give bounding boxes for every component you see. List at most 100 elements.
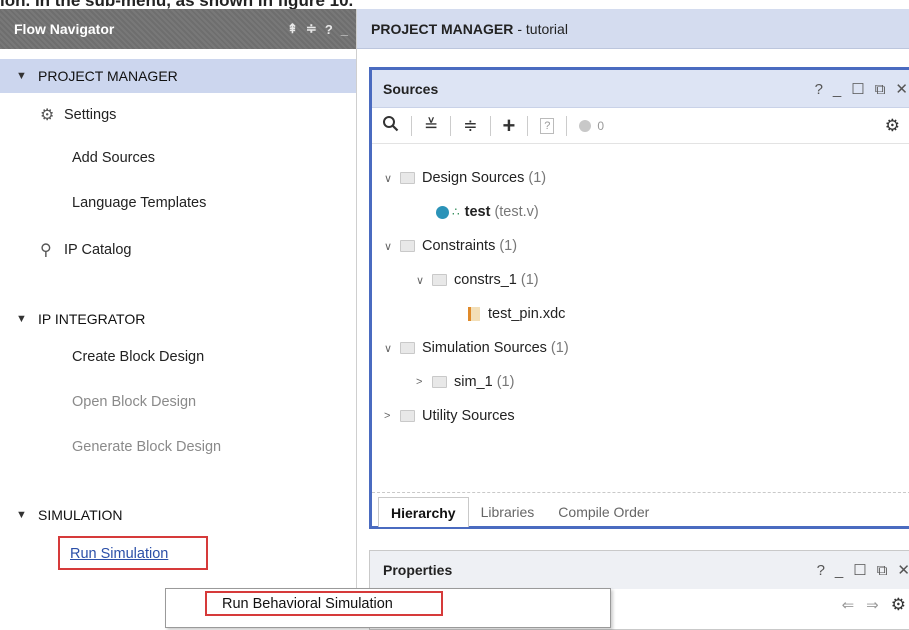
minimize-icon[interactable]: _ — [341, 22, 348, 37]
tree-count: (1) — [528, 170, 547, 186]
section-title: SIMULATION — [38, 507, 123, 523]
tree-item-test[interactable]: ∴ test (test.v) — [436, 204, 539, 220]
run-simulation-context-menu: Run Behavioral Simulation — [165, 588, 611, 628]
collapse-all-icon[interactable]: ⇞ — [287, 21, 298, 37]
sources-panel-header: Sources ? _ ☐ ⧉ ✕ — [372, 70, 909, 108]
gear-icon[interactable]: ⚙ — [891, 595, 906, 615]
properties-panel-header: Properties ? _ ☐ ⧉ ✕ — [370, 551, 909, 589]
tab-hierarchy[interactable]: Hierarchy — [378, 497, 469, 527]
chevron-down-icon: ∨ — [384, 342, 393, 355]
folder-icon — [400, 342, 415, 354]
nav-item-label: Settings — [64, 107, 117, 123]
nav-item-label: Add Sources — [72, 150, 156, 166]
nav-item-label: Generate Block Design — [72, 439, 222, 455]
tree-item-test-pin-xdc[interactable]: test_pin.xdc — [468, 306, 565, 322]
chevron-down-icon: ∨ — [384, 240, 393, 253]
forward-arrow-icon[interactable]: ⇒ — [866, 596, 879, 614]
close-icon[interactable]: ✕ — [897, 561, 909, 579]
tree-label: test_pin.xdc — [488, 306, 566, 322]
tree-item-constrs-1[interactable]: ∨ constrs_1 (1) — [416, 272, 539, 288]
nav-item-label: Create Block Design — [72, 349, 205, 365]
tree-item-utility-sources[interactable]: > Utility Sources — [384, 408, 515, 424]
top-module-icon — [436, 205, 449, 219]
expand-icon[interactable]: ≑ — [306, 21, 317, 37]
flow-navigator: Flow Navigator ⇞ ≑ ? _ ▼ PROJECT MANAGER… — [0, 9, 357, 619]
expand-all-icon[interactable]: ≑ — [463, 116, 477, 136]
tree-label: test — [464, 204, 491, 220]
question-icon[interactable]: ? — [540, 117, 555, 134]
help-icon[interactable]: ? — [325, 22, 333, 37]
help-icon[interactable]: ? — [815, 81, 823, 98]
nav-item-settings[interactable]: ⚙ Settings — [40, 105, 116, 125]
maximize-icon[interactable]: ☐ — [851, 80, 864, 98]
folder-icon — [432, 376, 447, 388]
tree-item-design-sources[interactable]: ∨ Design Sources (1) — [384, 170, 546, 186]
toolbar-separator — [566, 115, 568, 136]
highlight-run-simulation — [58, 536, 208, 570]
help-icon[interactable]: ? — [817, 562, 825, 579]
nav-item-generate-block-design[interactable]: Generate Block Design — [72, 439, 221, 455]
section-ip-integrator[interactable]: ▼ IP INTEGRATOR — [0, 302, 356, 336]
sources-panel-controls: ? _ ☐ ⧉ ✕ — [815, 70, 908, 108]
close-icon[interactable]: ✕ — [895, 80, 908, 98]
tree-label: sim_1 — [454, 374, 493, 390]
folder-icon — [400, 240, 415, 252]
tab-compile-order[interactable]: Compile Order — [546, 497, 661, 526]
toolbar-separator — [527, 115, 529, 136]
status-dot-icon — [579, 119, 592, 132]
nav-item-ip-catalog[interactable]: ⚲ IP Catalog — [40, 240, 131, 260]
properties-panel-controls: ? _ ☐ ⧉ ✕ — [817, 551, 909, 589]
nav-item-label: Language Templates — [72, 195, 207, 211]
folder-icon — [400, 410, 415, 422]
add-sources-icon[interactable]: + — [503, 113, 516, 139]
minimize-icon[interactable]: _ — [835, 562, 843, 579]
sources-toolbar: ≚ ≑ + ? 0 ⚙ — [372, 108, 909, 144]
flow-navigator-title: Flow Navigator — [14, 21, 115, 37]
maximize-icon[interactable]: ☐ — [853, 561, 866, 579]
minimize-icon[interactable]: _ — [833, 81, 841, 98]
section-project-manager[interactable]: ▼ PROJECT MANAGER — [0, 59, 356, 93]
chevron-down-icon: ▼ — [16, 70, 27, 82]
float-icon[interactable]: ⧉ — [877, 562, 888, 579]
tree-count: (1) — [550, 340, 569, 356]
chevron-right-icon: > — [384, 410, 391, 422]
chevron-down-icon: ∨ — [384, 172, 393, 185]
tree-count: (1) — [496, 374, 515, 390]
tab-libraries[interactable]: Libraries — [469, 497, 547, 526]
sources-bottom-tabs: Hierarchy Libraries Compile Order — [372, 492, 909, 527]
project-name: - tutorial — [517, 20, 568, 37]
section-title: IP INTEGRATOR — [38, 311, 146, 327]
nav-item-open-block-design[interactable]: Open Block Design — [72, 394, 196, 410]
nav-item-language-templates[interactable]: Language Templates — [72, 195, 206, 211]
nav-item-create-block-design[interactable]: Create Block Design — [72, 349, 204, 365]
folder-icon — [432, 274, 447, 286]
toolbar-separator — [489, 115, 491, 136]
tree-label: Simulation Sources — [422, 340, 547, 356]
section-simulation[interactable]: ▼ SIMULATION — [0, 498, 356, 532]
tree-item-simulation-sources[interactable]: ∨ Simulation Sources (1) — [384, 340, 569, 356]
tree-count: (1) — [499, 238, 518, 254]
project-manager-header: PROJECT MANAGER - tutorial — [357, 9, 909, 49]
collapse-all-icon[interactable]: ≚ — [424, 116, 438, 136]
gear-icon[interactable]: ⚙ — [885, 116, 900, 136]
nav-item-add-sources[interactable]: Add Sources — [72, 150, 155, 166]
chevron-down-icon: ▼ — [16, 313, 27, 325]
nav-item-label: Open Block Design — [72, 394, 197, 410]
document-caption: ion. In the sub-menu, as shown in figure… — [0, 0, 909, 9]
xdc-file-icon — [468, 307, 480, 321]
project-manager-label: PROJECT MANAGER — [371, 20, 514, 37]
back-arrow-icon[interactable]: ⇐ — [842, 596, 855, 614]
chevron-down-icon: ▼ — [16, 509, 27, 521]
hierarchy-icon: ∴ — [452, 205, 460, 219]
float-icon[interactable]: ⧉ — [875, 81, 886, 98]
properties-toolbar: ⇐ ⇒ ⚙ — [842, 595, 906, 615]
chevron-right-icon: > — [416, 376, 423, 388]
flow-navigator-header: Flow Navigator ⇞ ≑ ? _ — [0, 9, 356, 49]
flow-navigator-tools: ⇞ ≑ ? _ — [287, 21, 348, 37]
search-icon[interactable] — [382, 115, 399, 137]
tree-item-sim-1[interactable]: > sim_1 (1) — [416, 374, 514, 390]
menu-item-run-behavioral-simulation[interactable]: Run Behavioral Simulation — [205, 591, 443, 616]
toolbar-separator — [450, 115, 452, 136]
properties-panel-title: Properties — [383, 562, 453, 578]
tree-item-constraints[interactable]: ∨ Constraints (1) — [384, 238, 517, 254]
